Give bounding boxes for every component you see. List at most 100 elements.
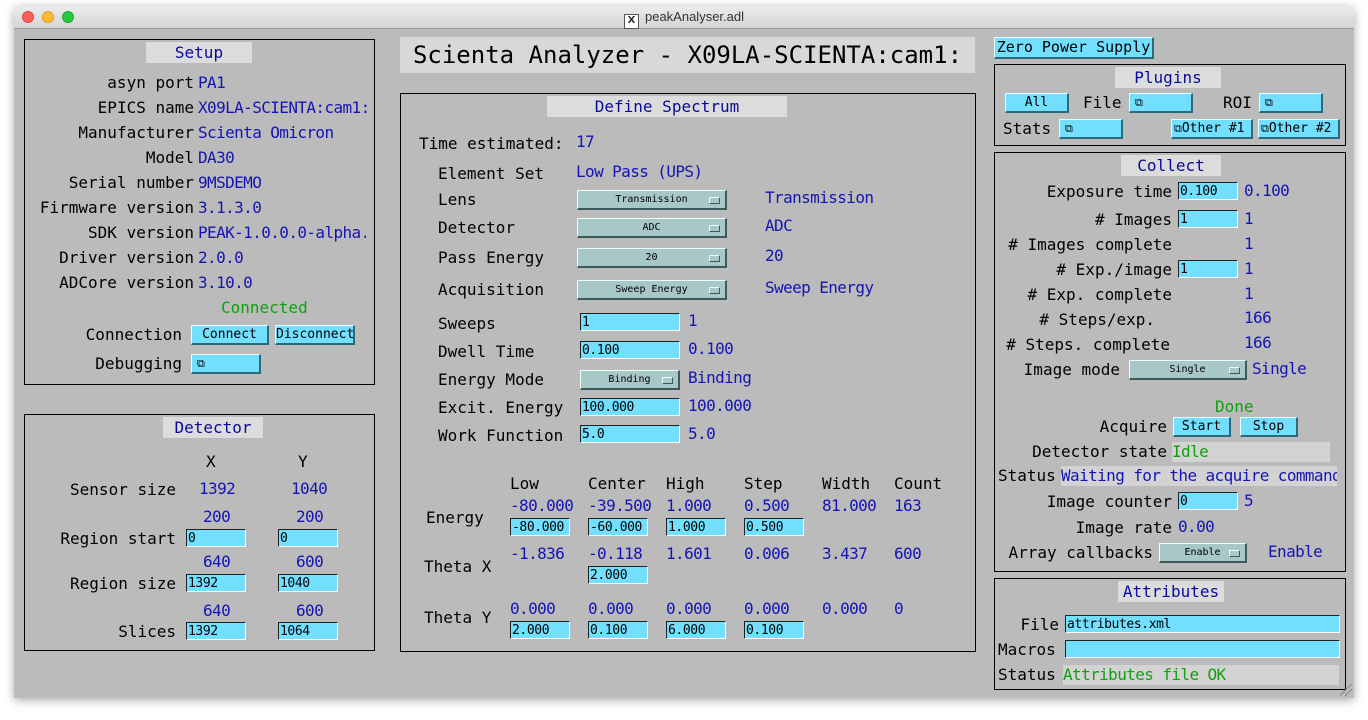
related-display-icon: ⧉ (1065, 122, 1073, 135)
col-header-center: Center (588, 474, 646, 493)
other1-plugins-related-display[interactable]: ⧉Other #1 (1171, 119, 1253, 139)
dwell-time-label: Dwell Time (438, 342, 535, 361)
file-plugins-related-display[interactable]: ⧉ (1129, 93, 1193, 113)
excit-energy-input[interactable]: 100.000 (580, 398, 680, 416)
theta-x-step-readback: 0.006 (744, 544, 790, 563)
disconnect-button[interactable]: Disconnect (275, 325, 355, 345)
connect-button[interactable]: Connect (191, 325, 269, 345)
theta-x-high-readback: 1.601 (666, 544, 712, 563)
firmware-version-value: 3.1.3.0 (198, 198, 262, 217)
all-plugins-button[interactable]: All (1005, 93, 1069, 113)
menu-indicator-icon (1229, 550, 1240, 557)
theta-y-high-readback: 0.000 (666, 599, 712, 618)
acquire-start-button[interactable]: Start (1173, 417, 1231, 437)
acquire-status: Done (1215, 397, 1254, 416)
theta-y-center-input[interactable]: 0.100 (588, 621, 648, 639)
image-counter-input[interactable]: 0 (1178, 492, 1238, 510)
setup-panel: Setup asyn port PA1 EPICS name X09LA-SCI… (24, 39, 375, 385)
asyn-port-label: asyn port (107, 73, 194, 92)
array-callbacks-menu[interactable]: Enable (1159, 543, 1247, 563)
theta-y-row-label: Theta Y (424, 608, 492, 627)
stats-plugins-related-display[interactable]: ⧉ (1059, 119, 1123, 139)
region-size-x-readback: 640 (203, 552, 231, 571)
detector-state-label: Detector state (1032, 442, 1167, 461)
steps-per-exp-label: # Steps/exp. (1039, 310, 1155, 329)
exp-per-image-input[interactable]: 1 (1178, 260, 1238, 278)
images-complete-value: 1 (1244, 234, 1254, 253)
energy-mode-menu[interactable]: Binding (580, 370, 680, 390)
zero-power-supply-button[interactable]: Zero Power Supply (994, 37, 1154, 59)
plugins-heading: Plugins (1115, 67, 1221, 88)
theta-x-center-input[interactable]: 2.000 (588, 566, 648, 584)
menu-indicator-icon (709, 287, 720, 294)
work-function-label: Work Function (438, 426, 564, 445)
acquisition-label: Acquisition (438, 280, 544, 299)
slices-y-readback: 600 (296, 601, 324, 620)
time-estimated-label: Time estimated: (419, 134, 564, 153)
energy-center-input[interactable]: -60.000 (588, 518, 648, 536)
image-counter-label: Image counter (1046, 492, 1172, 511)
roi-plugins-related-display[interactable]: ⧉ (1259, 93, 1323, 113)
region-start-x-readback: 200 (203, 507, 231, 526)
pass-energy-menu[interactable]: 20 (577, 248, 727, 268)
region-start-y-input[interactable]: 0 (278, 529, 338, 547)
slices-y-input[interactable]: 1064 (278, 622, 338, 640)
theta-y-low-input[interactable]: 2.000 (510, 621, 570, 639)
exposure-time-input[interactable]: 0.100 (1178, 182, 1238, 200)
theta-y-step-readback: 0.000 (744, 599, 790, 618)
image-mode-menu[interactable]: Single (1129, 360, 1247, 380)
define-spectrum-panel: Define Spectrum Time estimated: 17 Eleme… (400, 93, 976, 652)
region-size-y-input[interactable]: 1040 (278, 574, 338, 592)
y-column-header: Y (298, 452, 308, 471)
attributes-macros-input[interactable] (1065, 640, 1340, 658)
region-size-label: Region size (70, 574, 176, 593)
acquisition-menu[interactable]: Sweep Energy (577, 280, 727, 300)
x11-icon: X (623, 14, 639, 29)
lens-value: Transmission (765, 188, 874, 207)
connection-label: Connection (85, 325, 182, 344)
excit-energy-label: Excit. Energy (438, 398, 564, 417)
debugging-related-display[interactable]: ⧉ (191, 354, 261, 374)
acquire-stop-button[interactable]: Stop (1240, 417, 1298, 437)
serial-number-label: Serial number (68, 173, 194, 192)
exp-per-image-label: # Exp./image (1056, 260, 1172, 279)
sdk-version-value: PEAK-1.0.0.0-alpha.18 (198, 223, 366, 242)
region-size-x-input[interactable]: 1392 (186, 574, 246, 592)
theta-x-low-readback: -1.836 (510, 544, 565, 563)
stats-plugins-label: Stats (1003, 119, 1052, 138)
excit-energy-value: 100.000 (688, 396, 752, 415)
attributes-file-input[interactable]: attributes.xml (1065, 615, 1340, 633)
theta-x-count-readback: 600 (894, 544, 922, 563)
theta-y-high-input[interactable]: 6.000 (666, 621, 726, 639)
attributes-heading: Attributes (1118, 581, 1224, 602)
detector-heading: Detector (163, 417, 263, 438)
menu-indicator-icon (662, 377, 673, 384)
region-start-x-input[interactable]: 0 (186, 529, 246, 547)
lens-menu[interactable]: Transmission (577, 190, 727, 210)
work-function-input[interactable]: 5.0 (580, 425, 680, 443)
col-header-count: Count (894, 474, 943, 493)
related-display-icon: ⧉ (1135, 96, 1143, 109)
other2-plugins-related-display[interactable]: ⧉Other #2 (1258, 119, 1340, 139)
detector-panel: Detector X Y Sensor size 1392 1040 200 2… (24, 414, 375, 651)
detector-menu[interactable]: ADC (577, 218, 727, 238)
exposure-time-value: 0.100 (1244, 181, 1290, 200)
menu-indicator-icon (709, 197, 720, 204)
resize-grip-icon[interactable] (1340, 684, 1352, 696)
energy-high-input[interactable]: 1.000 (666, 518, 726, 536)
slices-label: Slices (118, 622, 176, 641)
energy-mode-value: Binding (688, 368, 752, 387)
lens-label: Lens (438, 190, 477, 209)
energy-step-input[interactable]: 0.500 (744, 518, 804, 536)
debugging-label: Debugging (95, 354, 182, 373)
slices-x-input[interactable]: 1392 (186, 622, 246, 640)
image-mode-value: Single (1252, 359, 1307, 378)
sweeps-input[interactable]: 1 (580, 313, 680, 331)
sweeps-label: Sweeps (438, 314, 496, 333)
dwell-time-input[interactable]: 0.100 (580, 341, 680, 359)
model-value: DA30 (198, 148, 235, 167)
num-images-input[interactable]: 1 (1178, 210, 1238, 228)
theta-y-step-input[interactable]: 0.100 (744, 621, 804, 639)
related-display-icon: ⧉ (1261, 122, 1269, 135)
energy-low-input[interactable]: -80.000 (510, 518, 570, 536)
